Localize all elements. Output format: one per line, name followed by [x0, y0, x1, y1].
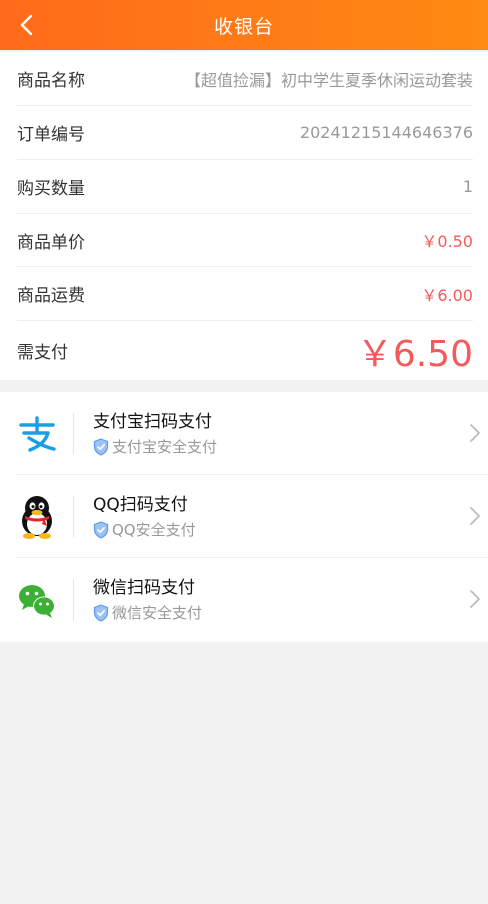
total-due-label: 需支付: [17, 343, 68, 363]
divider: [73, 579, 74, 621]
chevron-right-icon: [470, 590, 480, 608]
qq-payment-option[interactable]: QQ扫码支付 QQ安全支付: [0, 475, 488, 558]
page-title: 收银台: [213, 15, 274, 38]
shield-icon: [93, 437, 109, 456]
shipping-fee-value: ￥6.00: [421, 285, 473, 305]
top-bar: 收银台: [0, 0, 488, 50]
qq-subtitle-text: QQ安全支付: [112, 521, 196, 539]
shield-icon: [93, 520, 109, 539]
order-number-label: 订单编号: [17, 125, 85, 145]
qq-subtitle: QQ安全支付: [93, 519, 196, 540]
shipping-fee-row: 商品运费 ￥6.00: [17, 267, 473, 321]
wechat-subtitle: 微信安全支付: [93, 602, 202, 623]
wechat-payment-option[interactable]: 微信扫码支付 微信安全支付: [0, 558, 488, 641]
order-number-row: 订单编号 20241215144646376: [17, 106, 473, 160]
order-number-value: 20241215144646376: [299, 123, 473, 142]
unit-price-label: 商品单价: [17, 232, 85, 253]
order-info-card: 商品名称 【超值捡漏】初中学生夏季休闲运动套装 订单编号 20241215144…: [0, 52, 488, 380]
chevron-right-icon: [470, 424, 480, 442]
product-name-value: 【超值捡漏】初中学生夏季休闲运动套装: [184, 70, 473, 90]
alipay-title: 支付宝扫码支付: [93, 412, 212, 432]
unit-price-value: ￥0.50: [421, 232, 473, 251]
wechat-icon: [14, 577, 60, 623]
chevron-right-icon: [470, 507, 480, 525]
wechat-title: 微信扫码支付: [93, 578, 195, 598]
wechat-subtitle-text: 微信安全支付: [112, 604, 203, 622]
product-name-row: 商品名称 【超值捡漏】初中学生夏季休闲运动套装: [17, 52, 473, 106]
quantity-row: 购买数量 1: [17, 160, 473, 214]
divider: [73, 496, 74, 538]
alipay-payment-option[interactable]: 支付宝扫码支付 支付宝安全支付: [0, 392, 488, 475]
alipay-subtitle-text: 支付宝安全支付: [112, 438, 218, 456]
product-name-label: 商品名称: [17, 71, 85, 91]
qq-penguin-icon: [14, 494, 60, 540]
payment-methods-list: 支付宝扫码支付 支付宝安全支付 QQ扫码支付 QQ安全支付 微信扫码支付 微信安…: [0, 392, 488, 642]
shipping-fee-label: 商品运费: [17, 286, 85, 306]
back-button[interactable]: [10, 8, 44, 42]
total-due-value: ￥6.50: [356, 333, 473, 375]
shield-icon: [93, 603, 109, 622]
unit-price-row: 商品单价 ￥0.50: [17, 214, 473, 267]
divider: [73, 413, 74, 455]
chevron-left-icon: [20, 14, 33, 36]
qq-title: QQ扫码支付: [93, 495, 188, 515]
alipay-icon: [14, 411, 60, 457]
alipay-subtitle: 支付宝安全支付: [93, 436, 217, 457]
quantity-label: 购买数量: [17, 179, 85, 199]
total-due-row: 需支付 ￥6.50: [17, 321, 473, 380]
quantity-value: 1: [462, 177, 473, 196]
